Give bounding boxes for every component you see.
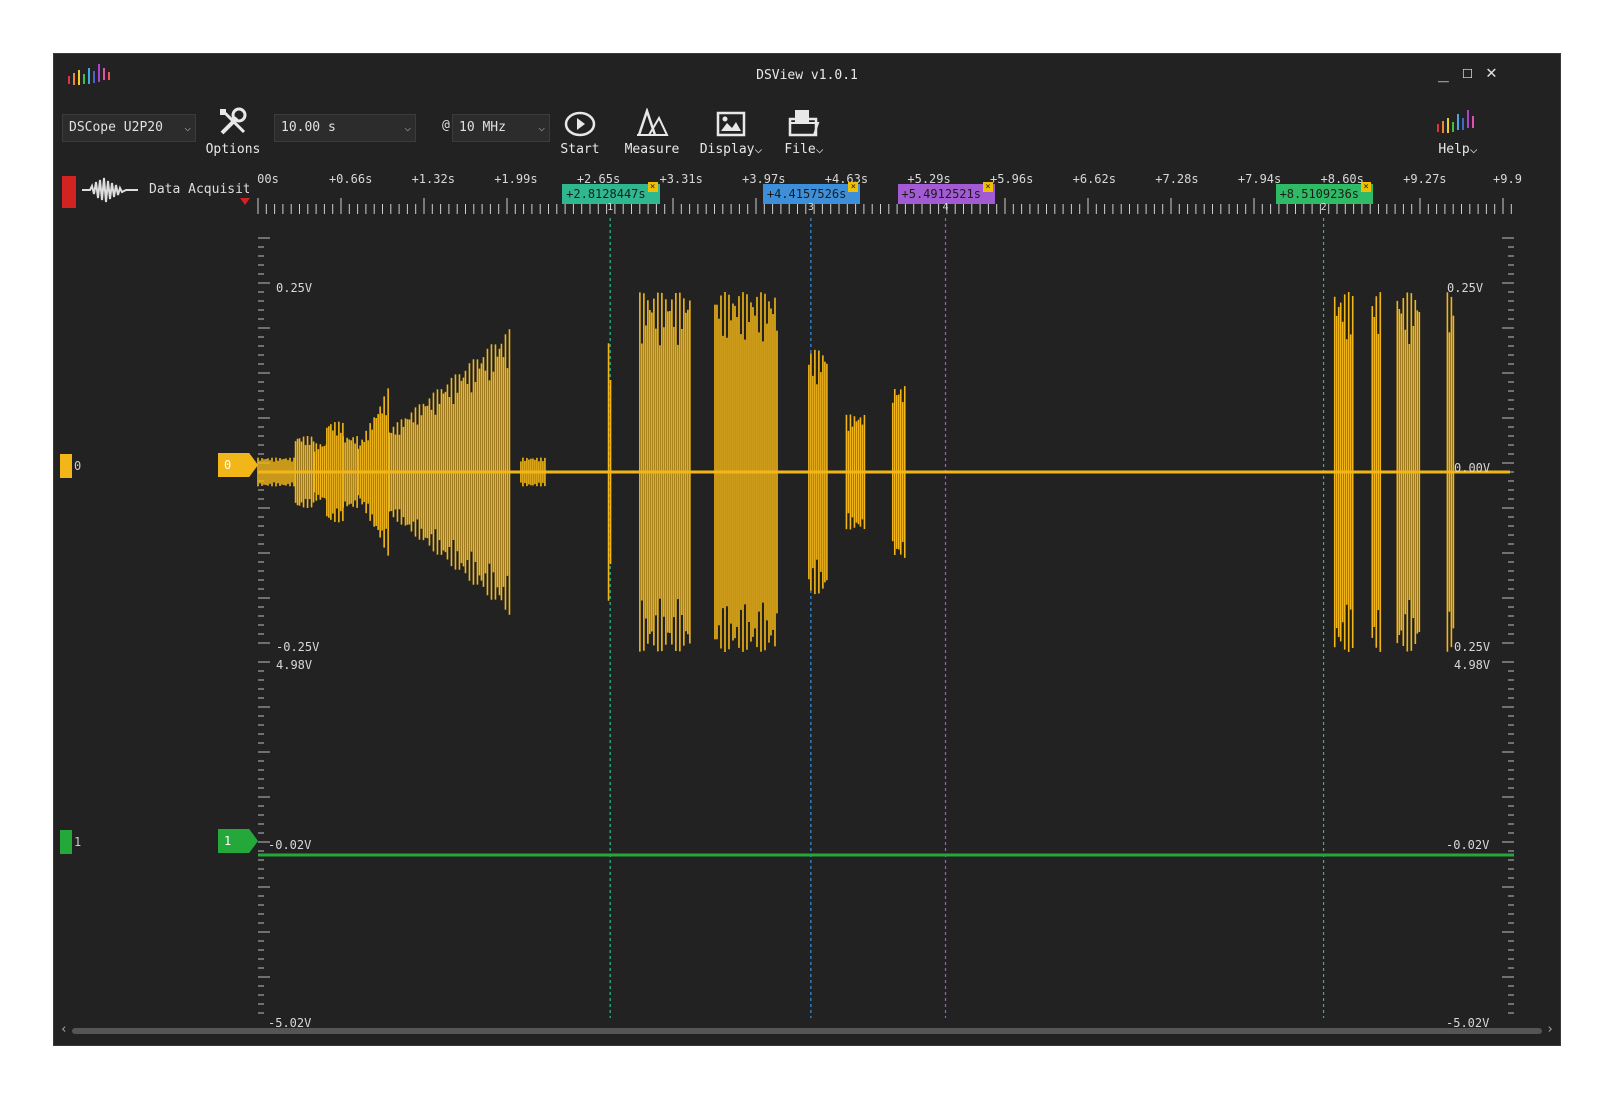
cursor-time-label: +8.5109236s — [1279, 187, 1360, 201]
samplerate-select[interactable]: 10 MHz ⌵ — [452, 114, 550, 142]
options-label: Options — [205, 142, 261, 157]
ruler-tick-label: +6.62s — [1072, 172, 1116, 186]
display-label: Display — [699, 142, 755, 157]
close-icon[interactable]: ✕ — [1486, 64, 1497, 82]
ruler-tick-label: +7.28s — [1155, 172, 1199, 186]
chevron-down-icon: ⌵ — [815, 142, 824, 157]
cursor-index: 3 — [807, 202, 814, 213]
dsview-window: DSView v1.0.1 _ ☐ ✕ DSCope U2P20 ⌵ Optio… — [53, 53, 1561, 1046]
time-ruler[interactable]: Data Acquisition 00s+0.66s+1.32s+1.99s+2… — [54, 166, 1560, 218]
ch0-vzero-right: 0.00V — [1454, 461, 1491, 475]
chevron-down-icon: ⌵ — [404, 121, 411, 134]
ch1-vzero-left: -0.02V — [268, 838, 312, 852]
cursor-index: 1 — [607, 202, 614, 213]
duration-select-value: 10.00 s — [281, 120, 336, 135]
ch1-vmax-left: 4.98V — [276, 658, 313, 672]
scroll-right-icon[interactable]: › — [1546, 1022, 1554, 1037]
ch1-vzero-right: -0.02V — [1446, 838, 1490, 852]
maximize-icon[interactable]: ☐ — [1462, 64, 1473, 82]
channel-1-handle[interactable] — [60, 830, 72, 854]
ch0-vmax-left: 0.25V — [276, 281, 313, 295]
scrollbar-thumb[interactable] — [72, 1028, 1542, 1034]
ruler-tick-label: +0.66s — [328, 172, 373, 186]
display-button[interactable]: Display⌵ — [698, 102, 764, 157]
measure-icon — [620, 102, 684, 138]
channel-0-handle[interactable] — [60, 454, 72, 478]
device-select[interactable]: DSCope U2P20 ⌵ — [62, 114, 196, 142]
cursor-4-tag[interactable]: +5.4912521s × — [897, 182, 995, 204]
measure-button[interactable]: Measure — [620, 102, 684, 157]
ruler-tick-label: 00s — [257, 172, 279, 186]
chevron-down-icon: ⌵ — [184, 121, 191, 134]
device-select-value: DSCope U2P20 — [69, 120, 163, 135]
cursor-index: 4 — [942, 202, 949, 213]
ruler-tick-label: +5.96s — [990, 172, 1034, 186]
cursor-time-label: +5.4912521s — [901, 187, 981, 201]
close-icon[interactable]: × — [982, 182, 993, 192]
cursor-3-tag[interactable]: +4.4157526s × — [762, 182, 861, 204]
start-button[interactable]: Start — [552, 102, 608, 157]
window-title: DSView v1.0.1 — [756, 68, 858, 83]
title-bar: DSView v1.0.1 _ ☐ ✕ — [54, 54, 1560, 94]
display-image-icon — [698, 102, 764, 138]
start-label: Start — [560, 142, 600, 157]
toolbar: DSCope U2P20 ⌵ Options 10.00 s ⌵ @ 10 MH… — [54, 102, 1560, 162]
ruler-tick-label: +9.9 — [1493, 172, 1522, 186]
cursor-1-tag[interactable]: +2.8128447s × — [562, 182, 660, 204]
waveform-plot[interactable]: 0 0 0.25V -0.25V 0.25V 0.00V 0.25V 1 1 4… — [54, 218, 1560, 1030]
ch0-vmin-right: 0.25V — [1454, 640, 1491, 654]
options-button[interactable]: Options — [202, 102, 264, 157]
duration-select[interactable]: 10.00 s ⌵ — [274, 114, 416, 142]
cursor-time-label: +2.8128447s — [566, 187, 646, 201]
ruler-tick-label: +1.32s — [411, 172, 455, 186]
wrench-screwdriver-icon — [202, 102, 264, 138]
chevron-down-icon: ⌵ — [538, 121, 545, 134]
ruler-tick-label: +1.99s — [494, 172, 538, 186]
dsview-logo-icon — [1428, 102, 1488, 138]
channel-0-waveform — [257, 292, 1510, 652]
play-circle-icon — [552, 102, 608, 138]
folder-open-icon — [778, 102, 830, 138]
ch0-vmin-left: -0.25V — [276, 640, 320, 654]
channel-1-number: 1 — [74, 835, 82, 849]
ch1-vmax-right: 4.98V — [1454, 658, 1491, 672]
chevron-down-icon: ⌵ — [1469, 142, 1478, 157]
minimize-icon[interactable]: _ — [1438, 64, 1449, 82]
close-icon[interactable]: × — [848, 182, 859, 192]
cursor-2-tag[interactable]: +8.5109236s × — [1275, 182, 1374, 204]
file-button[interactable]: File⌵ — [778, 102, 830, 157]
scroll-left-icon[interactable]: ‹ — [60, 1022, 68, 1037]
cursor-index: 2 — [1320, 202, 1327, 213]
file-label: File — [784, 142, 816, 157]
help-button[interactable]: Help⌵ — [1428, 102, 1488, 157]
ch0-vmax-right: 0.25V — [1447, 281, 1484, 295]
samplerate-select-value: 10 MHz — [459, 120, 506, 135]
help-label: Help — [1438, 142, 1470, 157]
channel-0-number: 0 — [74, 459, 82, 473]
chevron-down-icon: ⌵ — [754, 142, 763, 157]
close-icon[interactable]: × — [647, 182, 658, 192]
measure-label: Measure — [624, 142, 680, 157]
horizontal-scrollbar[interactable]: ‹ › — [60, 1022, 1554, 1037]
close-icon[interactable]: × — [1361, 182, 1372, 192]
waveform-canvas — [257, 218, 1514, 1018]
ruler-tick-label: +9.27s — [1403, 172, 1447, 186]
at-symbol: @ — [442, 118, 450, 133]
cursor-time-label: +4.4157526s — [766, 187, 847, 201]
ruler-tick-label: +3.31s — [659, 172, 703, 186]
